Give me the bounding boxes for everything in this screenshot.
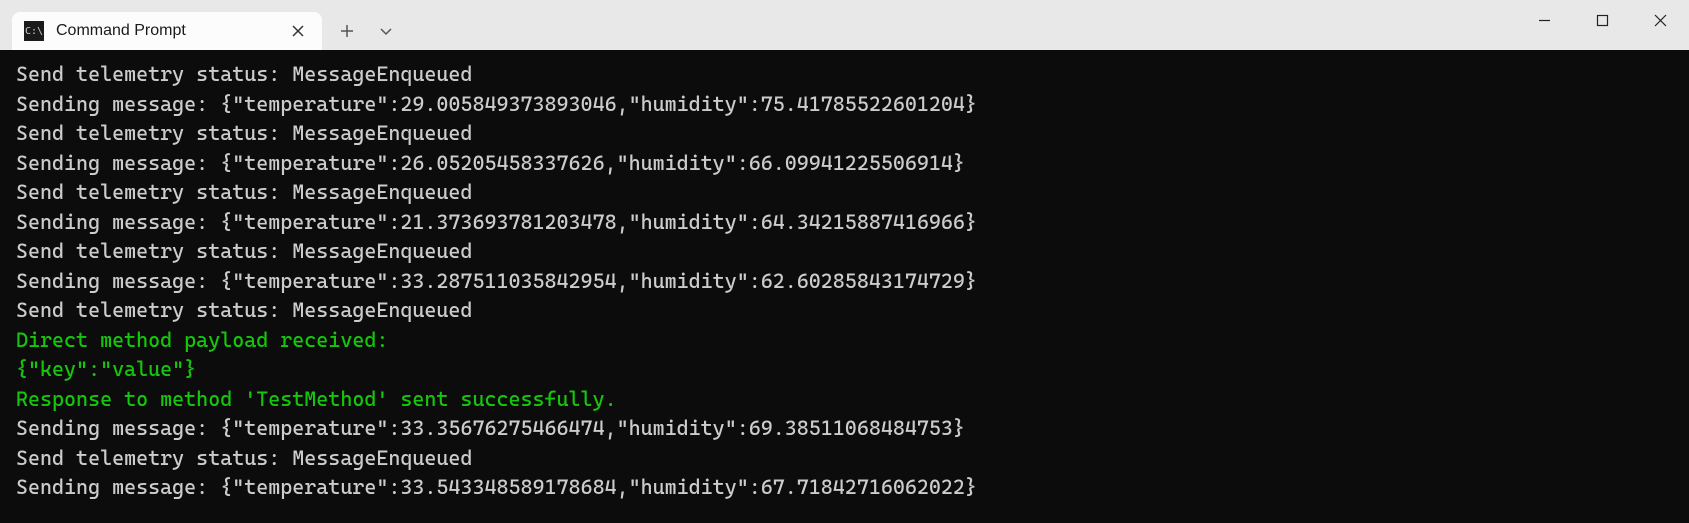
minimize-icon bbox=[1538, 14, 1551, 27]
terminal-line: Sending message: {"temperature":26.05205… bbox=[16, 149, 1673, 179]
terminal-line: Sending message: {"temperature":21.37369… bbox=[16, 208, 1673, 238]
close-icon bbox=[1654, 14, 1667, 27]
tab-dropdown-button[interactable] bbox=[370, 12, 402, 50]
terminal-line: Sending message: {"temperature":33.54334… bbox=[16, 473, 1673, 503]
window-controls bbox=[1515, 0, 1689, 50]
terminal-line: Send telemetry status: MessageEnqueued bbox=[16, 296, 1673, 326]
terminal-line: Send telemetry status: MessageEnqueued bbox=[16, 119, 1673, 149]
close-window-button[interactable] bbox=[1631, 0, 1689, 40]
terminal-line: {"key":"value"} bbox=[16, 355, 1673, 385]
cmd-icon: C:\ bbox=[24, 21, 44, 41]
close-icon bbox=[292, 25, 304, 37]
minimize-button[interactable] bbox=[1515, 0, 1573, 40]
terminal-line: Sending message: {"temperature":33.28751… bbox=[16, 267, 1673, 297]
terminal-line: Send telemetry status: MessageEnqueued bbox=[16, 444, 1673, 474]
maximize-button[interactable] bbox=[1573, 0, 1631, 40]
chevron-down-icon bbox=[379, 24, 393, 38]
terminal-output[interactable]: Send telemetry status: MessageEnqueuedSe… bbox=[0, 50, 1689, 523]
terminal-line: Response to method 'TestMethod' sent suc… bbox=[16, 385, 1673, 415]
new-tab-button[interactable] bbox=[328, 12, 366, 50]
terminal-line: Send telemetry status: MessageEnqueued bbox=[16, 178, 1673, 208]
tab-title: Command Prompt bbox=[56, 22, 286, 40]
terminal-line: Sending message: {"temperature":29.00584… bbox=[16, 90, 1673, 120]
terminal-line: Send telemetry status: MessageEnqueued bbox=[16, 237, 1673, 267]
terminal-window: C:\ Command Prompt bbox=[0, 0, 1689, 523]
terminal-line: Send telemetry status: MessageEnqueued bbox=[16, 60, 1673, 90]
tab-close-button[interactable] bbox=[286, 19, 310, 43]
titlebar: C:\ Command Prompt bbox=[0, 0, 1689, 50]
terminal-line: Sending message: {"temperature":33.35676… bbox=[16, 414, 1673, 444]
plus-icon bbox=[340, 24, 354, 38]
terminal-line: Direct method payload received: bbox=[16, 326, 1673, 356]
tab-command-prompt[interactable]: C:\ Command Prompt bbox=[12, 12, 322, 50]
maximize-icon bbox=[1596, 14, 1609, 27]
